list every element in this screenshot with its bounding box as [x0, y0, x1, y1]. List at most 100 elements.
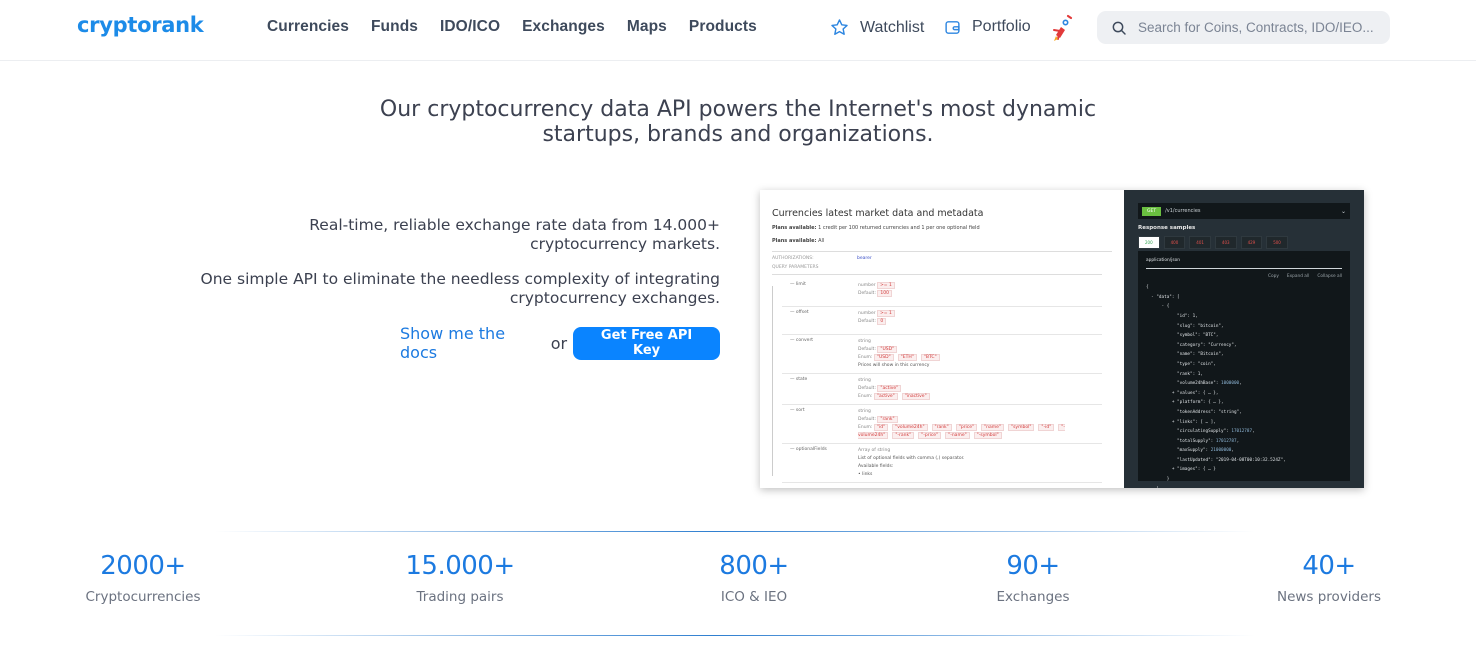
- json-line: "circulatingSupply": 17012787,: [1146, 429, 1255, 435]
- param-list: — limit number >= 1 Default: 100— offset nu…: [772, 279, 1112, 483]
- nav-ido-ico[interactable]: IDO/ICO: [440, 18, 500, 36]
- endpoint-path: /v1/currencies: [1165, 208, 1201, 214]
- param-default: Default: 0: [858, 318, 1102, 326]
- enum-value: "price": [955, 424, 978, 431]
- param-details: string Default: "USD" Enum: "USD" "ETH" "BTC…: [858, 338, 1102, 370]
- plans-label: Plans available:: [772, 238, 817, 244]
- json-line: + "values": { … },: [1146, 390, 1219, 396]
- code-action-expand-all[interactable]: Expand all: [1287, 274, 1309, 279]
- watchlist-label: Watchlist: [860, 18, 925, 36]
- get-api-key-button[interactable]: Get Free API Key: [573, 326, 720, 360]
- stat-news-providers: 40+ News providers: [1209, 551, 1449, 605]
- param-type: string: [858, 378, 871, 383]
- status-tabs: 200 400 401 403 429 500: [1138, 236, 1350, 249]
- enum-value: "name": [981, 424, 1004, 431]
- stat-value: 90+: [1006, 551, 1060, 581]
- json-line: "category": "Currency",: [1146, 342, 1237, 348]
- search-box[interactable]: [1097, 11, 1390, 44]
- json-line: "maxSupply": 21000000,: [1146, 448, 1234, 454]
- nav-funds[interactable]: Funds: [371, 18, 418, 36]
- portfolio-label: Portfolio: [972, 18, 1031, 35]
- rocket-icon[interactable]: [1050, 13, 1076, 47]
- description-paragraph-1: Real-time, reliable exchange rate data f…: [309, 216, 720, 253]
- default-value: "active": [877, 385, 902, 392]
- enum-value: "-rank": [892, 432, 915, 439]
- param-note: Prices will show in this currency: [858, 363, 930, 368]
- param-name: — state: [790, 377, 808, 382]
- query-params-label: QUERY PARAMETERS: [772, 265, 819, 270]
- stat-label: ICO & IEO: [720, 589, 788, 605]
- stat-label: Trading pairs: [416, 589, 504, 605]
- json-content: { - "data": [ - { "id": 1, "slug": "bitc…: [1146, 283, 1342, 488]
- endpoint-selector[interactable]: GET /v1/currencies ⌄: [1138, 203, 1350, 219]
- param-enum: Enum: "USD" "ETH" "BTC": [858, 354, 1102, 362]
- json-line: "type": "coin",: [1146, 361, 1216, 367]
- stat-trading-pairs: 15.000+ Trading pairs: [340, 551, 580, 605]
- json-line: "symbol": "BTC",: [1146, 333, 1219, 339]
- status-tab-429[interactable]: 429: [1240, 236, 1263, 249]
- param-details: number >= 1 Default: 100: [858, 282, 1102, 303]
- plans-value: All: [818, 238, 825, 244]
- available-field-item: • links: [858, 472, 873, 477]
- json-number: 17012787: [1231, 429, 1253, 435]
- status-tab-500[interactable]: 500: [1266, 236, 1288, 249]
- json-line: + "links": [ … ],: [1146, 419, 1216, 425]
- stat-label: Cryptocurrencies: [85, 589, 201, 605]
- stat-value: 800+: [719, 551, 789, 581]
- nav-maps[interactable]: Maps: [627, 18, 667, 36]
- param-constraint: >= 1: [877, 310, 895, 317]
- default-value: "USD": [877, 346, 898, 353]
- param-enum: Enum: "active" "inactive": [858, 393, 1102, 401]
- stat-label: News providers: [1276, 589, 1382, 605]
- plans-credits: Plans available: 1 credit per 100 return…: [772, 225, 1112, 231]
- param-row: — convert string Default: "USD" Enum: "USD"…: [782, 335, 1102, 374]
- logo[interactable]: cryptorank: [77, 13, 204, 37]
- nav-currencies[interactable]: Currencies: [267, 18, 349, 36]
- param-row: — optionalFields Array of string List of o…: [782, 444, 1102, 483]
- nav-exchanges[interactable]: Exchanges: [522, 18, 605, 36]
- code-action-copy[interactable]: Copy: [1268, 274, 1279, 279]
- param-enum: Enum: "id" "volume24h" "rank" "price" "name"…: [858, 424, 1065, 439]
- param-constraint: >= 1: [877, 282, 895, 289]
- main-nav: Currencies Funds IDO/ICO Exchanges Maps …: [267, 18, 779, 36]
- enum-value: "USD": [873, 354, 894, 361]
- json-line: }: [1146, 477, 1170, 483]
- plans-available: Plans available: All: [772, 238, 1112, 244]
- status-tab-403[interactable]: 403: [1214, 236, 1237, 249]
- status-tab-400[interactable]: 400: [1163, 236, 1186, 249]
- divider-top: [215, 531, 1255, 532]
- param-name: — limit: [790, 282, 806, 287]
- json-line: "totalSupply": 17012787,: [1146, 438, 1240, 444]
- portfolio-link[interactable]: Portfolio: [944, 18, 1031, 36]
- watchlist-link[interactable]: Watchlist: [830, 18, 924, 37]
- param-type: number >= 1: [858, 310, 1102, 318]
- enum-value: "BTC": [920, 354, 940, 361]
- param-default: Default: "rank": [858, 416, 1102, 424]
- param-row: — limit number >= 1 Default: 100: [782, 279, 1102, 307]
- enum-value: "active": [873, 393, 898, 400]
- param-type: number >= 1: [858, 282, 1102, 290]
- default-value: 100: [877, 290, 892, 297]
- wallet-icon: [945, 20, 960, 34]
- search-input[interactable]: [1138, 20, 1378, 35]
- default-value: 0: [877, 318, 887, 325]
- param-details: string Default: "active" Enum: "active" "in…: [858, 377, 1102, 401]
- param-default: Default: "USD": [858, 346, 1102, 354]
- param-type: string: [858, 339, 871, 344]
- stat-value: 15.000+: [405, 551, 515, 581]
- hero-line-2: startups, brands and organizations.: [542, 122, 934, 147]
- code-action-collapse-all[interactable]: Collapse all: [1317, 274, 1342, 279]
- status-tab-200[interactable]: 200: [1138, 236, 1160, 249]
- json-number: 1000000: [1221, 381, 1240, 387]
- status-tab-401[interactable]: 401: [1189, 236, 1211, 249]
- json-line: "rank": 1,: [1146, 371, 1203, 377]
- stat-exchanges: 90+ Exchanges: [913, 551, 1153, 605]
- enum-value: "id": [873, 424, 889, 431]
- hero-line-1: Our cryptocurrency data API powers the I…: [379, 97, 1097, 122]
- docs-link[interactable]: Show me the docs: [400, 324, 545, 362]
- param-row: — sort string Default: "rank" Enum: "id" "vo…: [782, 405, 1102, 444]
- divider-bottom: [215, 635, 1255, 636]
- nav-products[interactable]: Products: [689, 18, 757, 36]
- enum-value: "inactive": [901, 393, 930, 400]
- param-details: Array of string List of optional fields w…: [858, 447, 1102, 479]
